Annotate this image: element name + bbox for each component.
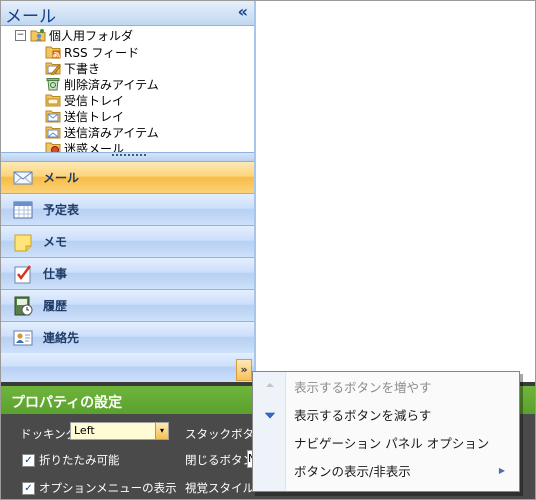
folder-tree: − 個人用フォルダ RSS フィード 下書き 削除済みアイテム 受信トレイ 送信…	[1, 26, 254, 152]
menu-item-label: ナビゲーション パネル オプション	[294, 435, 490, 451]
tasks-icon	[14, 264, 31, 283]
menu-item-show-fewer-buttons[interactable]: 表示するボタンを減らす	[253, 400, 519, 428]
nav-header: メール «	[1, 1, 254, 27]
submenu-arrow-icon: ▶	[498, 465, 505, 475]
vertical-splitter[interactable]	[254, 1, 256, 383]
tree-item-drafts[interactable]: 下書き	[45, 60, 100, 76]
calendar-icon	[13, 201, 33, 218]
nav-button-tasks[interactable]: 仕事	[1, 258, 254, 290]
docking-label: ドッキング	[20, 427, 78, 441]
close-button-label: 閉じるボタン	[185, 453, 254, 467]
nav-button-label: メモ	[43, 235, 68, 249]
journal-icon	[14, 296, 33, 315]
drafts-icon	[45, 62, 61, 75]
menu-item-label: 表示するボタンを増やす	[294, 379, 432, 395]
tree-item-sent[interactable]: 送信済みアイテム	[45, 124, 159, 140]
nav-button-contacts[interactable]: 連絡先	[1, 322, 254, 354]
nav-button-mail[interactable]: メール	[1, 162, 254, 194]
outbox-icon	[45, 110, 61, 123]
navigation-pane: メール « − 個人用フォルダ RSS フィード 下書き 削除済みアイテム 受信…	[1, 1, 254, 382]
tree-label: 送信済みアイテム	[64, 125, 159, 140]
tree-label: 受信トレイ	[64, 93, 125, 108]
nav-button-journal[interactable]: 履歴	[1, 290, 254, 322]
increase-buttons-icon	[266, 383, 274, 387]
collapsible-checkbox[interactable]: ✓	[22, 454, 35, 467]
nav-button-label: 連絡先	[43, 331, 80, 345]
nav-overflow-bar: »	[1, 353, 254, 382]
collapse-toggle-icon[interactable]: −	[15, 29, 26, 41]
tree-item-junk[interactable]: 迷惑メール	[45, 140, 124, 152]
tree-item-inbox[interactable]: 受信トレイ	[45, 92, 124, 108]
decrease-buttons-icon	[264, 412, 276, 419]
tree-label: 個人用フォルダ	[49, 28, 134, 43]
contacts-icon	[13, 330, 33, 345]
tree-item-rss[interactable]: RSS フィード	[45, 44, 139, 60]
inbox-icon	[45, 94, 61, 107]
docking-combo[interactable]: Left ▾	[70, 422, 169, 440]
docking-value: Left	[74, 424, 95, 437]
nav-resize-grip[interactable]	[1, 152, 254, 162]
tree-item-deleted[interactable]: 削除済みアイテム	[45, 76, 159, 92]
configure-buttons-chevron-icon[interactable]: »	[236, 359, 252, 381]
configure-buttons-menu: 表示するボタンを増やす 表示するボタンを減らす ナビゲーション パネル オプショ…	[252, 371, 520, 492]
sent-items-icon	[45, 126, 61, 139]
tree-label: 下書き	[64, 61, 101, 76]
nav-button-label: メール	[43, 171, 80, 185]
menu-item-label: 表示するボタンを減らす	[294, 407, 432, 423]
options-menu-label: オプションメニューの表示	[39, 481, 177, 495]
tree-label: 迷惑メール	[64, 141, 125, 153]
menu-item-show-more-buttons[interactable]: 表示するボタンを増やす	[253, 372, 519, 400]
dropdown-arrow-icon[interactable]: ▾	[155, 423, 168, 439]
rss-feed-icon	[45, 46, 61, 59]
collapse-chevron-icon[interactable]: «	[238, 2, 248, 21]
nav-title: メール	[5, 7, 56, 27]
junk-mail-icon	[45, 142, 61, 152]
nav-button-label: 履歴	[43, 299, 68, 313]
menu-item-navigation-pane-options[interactable]: ナビゲーション パネル オプション	[253, 428, 519, 456]
options-menu-checkbox[interactable]: ✓	[22, 482, 35, 495]
notes-icon	[14, 234, 32, 251]
nav-button-label: 予定表	[43, 203, 80, 217]
tree-label: 削除済みアイテム	[64, 77, 159, 92]
tree-root[interactable]: − 個人用フォルダ	[15, 27, 133, 43]
nav-button-calendar[interactable]: 予定表	[1, 194, 254, 226]
collapsible-label: 折りたたみ可能	[39, 453, 120, 467]
tree-label: RSS フィード	[64, 45, 140, 60]
mail-icon	[13, 171, 33, 184]
menu-item-add-remove-buttons[interactable]: ボタンの表示/非表示 ▶	[253, 456, 519, 484]
visual-style-label: 視覚スタイル	[185, 481, 254, 495]
tree-item-outbox[interactable]: 送信トレイ	[45, 108, 124, 124]
properties-title: プロパティの設定	[11, 395, 123, 411]
tree-label: 送信トレイ	[64, 109, 125, 124]
grip-dots-icon	[112, 154, 148, 156]
menu-item-label: ボタンの表示/非表示	[294, 463, 411, 479]
nav-button-notes[interactable]: メモ	[1, 226, 254, 258]
content-pane	[256, 1, 535, 381]
nav-button-label: 仕事	[43, 267, 68, 281]
deleted-items-icon	[46, 78, 60, 91]
personal-folder-icon	[30, 29, 46, 42]
